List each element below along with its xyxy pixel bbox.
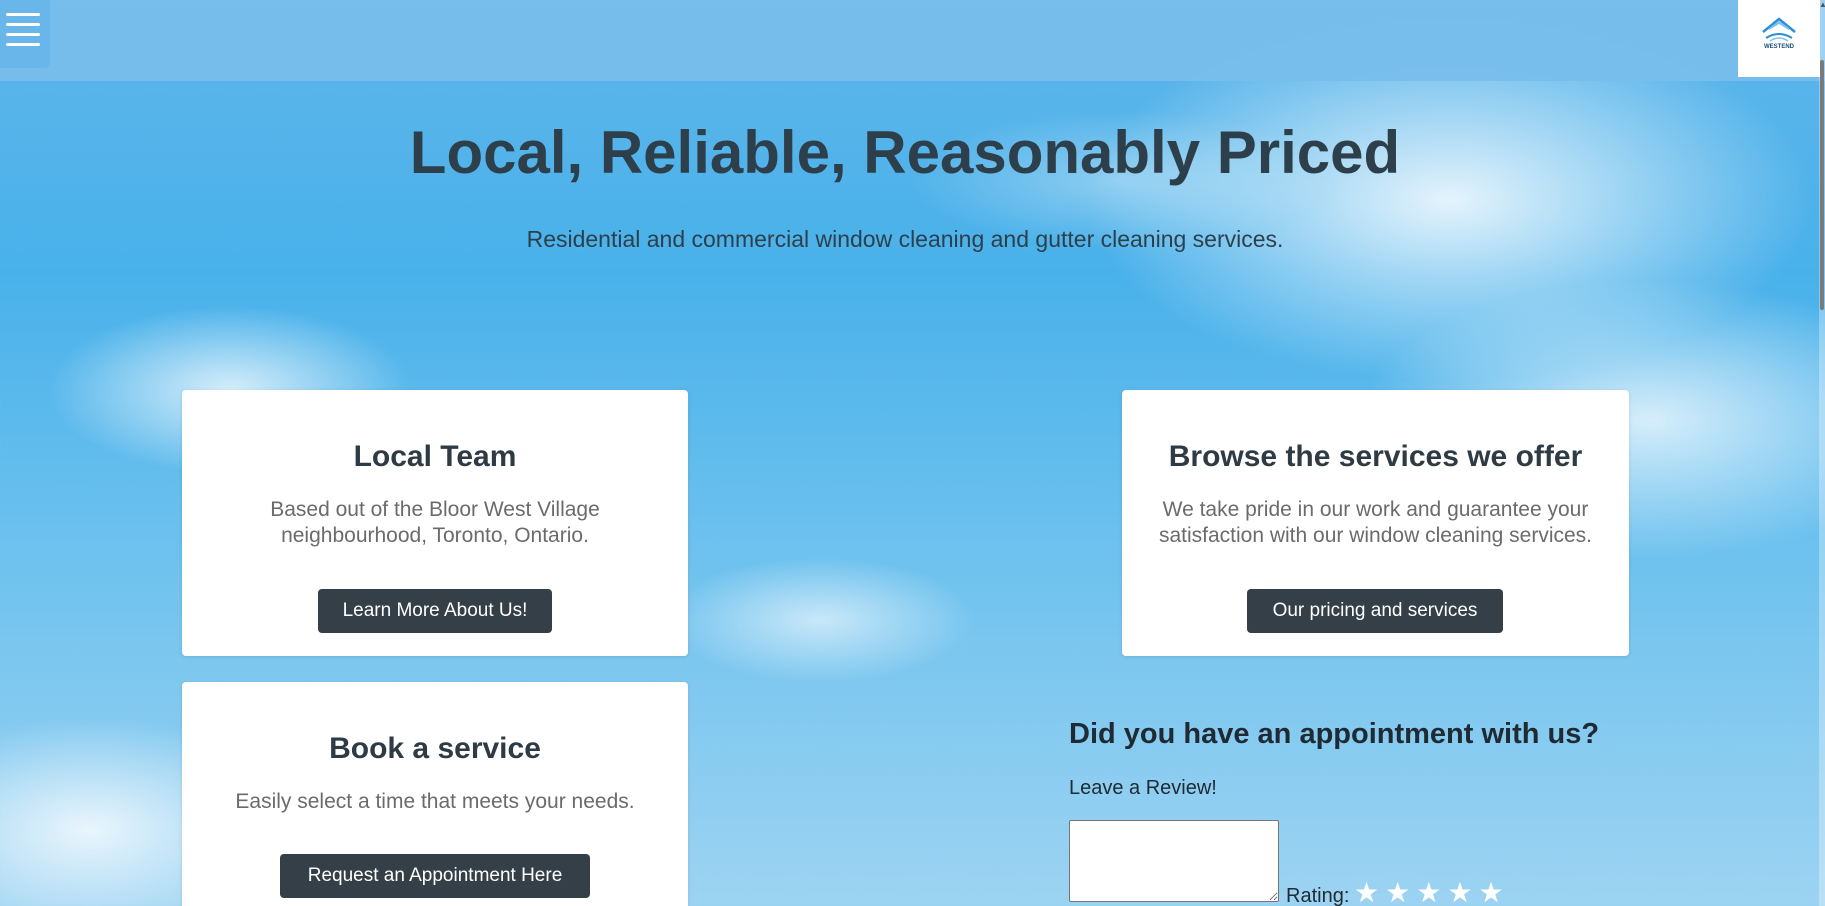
hamburger-menu-button[interactable] bbox=[0, 0, 50, 68]
services-card: Browse the services we offer We take pri… bbox=[1122, 390, 1629, 656]
card-text: Based out of the Bloor West Village neig… bbox=[270, 498, 600, 547]
review-label: Leave a Review! bbox=[1069, 777, 1217, 799]
star-icon[interactable]: ★ bbox=[1354, 877, 1385, 906]
top-navbar: WESTEND bbox=[0, 0, 1825, 81]
star-rating: ★★★★★ bbox=[1354, 876, 1510, 906]
hero-subtitle: Residential and commercial window cleani… bbox=[526, 226, 1284, 252]
scroll-up-arrow-icon[interactable]: ▲ bbox=[1819, 0, 1825, 10]
learn-more-button[interactable]: Learn More About Us! bbox=[318, 589, 552, 633]
logo-text: WESTEND bbox=[1764, 44, 1794, 50]
site-logo[interactable]: WESTEND bbox=[1738, 0, 1820, 77]
hamburger-icon bbox=[6, 13, 40, 16]
request-appointment-button[interactable]: Request an Appointment Here bbox=[280, 854, 590, 898]
card-title: Book a service bbox=[329, 732, 541, 765]
star-icon[interactable]: ★ bbox=[1447, 877, 1478, 906]
card-text: Easily select a time that meets your nee… bbox=[235, 790, 635, 813]
hero-title: Local, Reliable, Reasonably Priced bbox=[409, 119, 1401, 186]
scrollbar[interactable]: ▲ bbox=[1819, 0, 1825, 906]
review-title: Did you have an appointment with us? bbox=[1069, 718, 1600, 750]
hamburger-icon-bar bbox=[6, 33, 40, 36]
star-icon[interactable]: ★ bbox=[1416, 877, 1447, 906]
pricing-services-button[interactable]: Our pricing and services bbox=[1247, 589, 1503, 633]
house-roof-logo-icon bbox=[1762, 17, 1796, 42]
book-service-card: Book a service Easily select a time that… bbox=[182, 682, 688, 906]
card-title: Local Team bbox=[353, 440, 517, 473]
card-title: Browse the services we offer bbox=[1168, 440, 1583, 473]
local-team-card: Local Team Based out of the Bloor West V… bbox=[182, 390, 688, 656]
hamburger-icon-bar bbox=[6, 23, 40, 26]
card-text: We take pride in our work and guarantee … bbox=[1158, 498, 1593, 547]
hamburger-icon-bar bbox=[6, 43, 40, 46]
rating-label: Rating: bbox=[1286, 885, 1350, 906]
star-icon[interactable]: ★ bbox=[1478, 877, 1509, 906]
star-icon[interactable]: ★ bbox=[1385, 877, 1416, 906]
review-textarea[interactable] bbox=[1069, 820, 1279, 902]
scrollbar-thumb[interactable] bbox=[1820, 60, 1824, 310]
